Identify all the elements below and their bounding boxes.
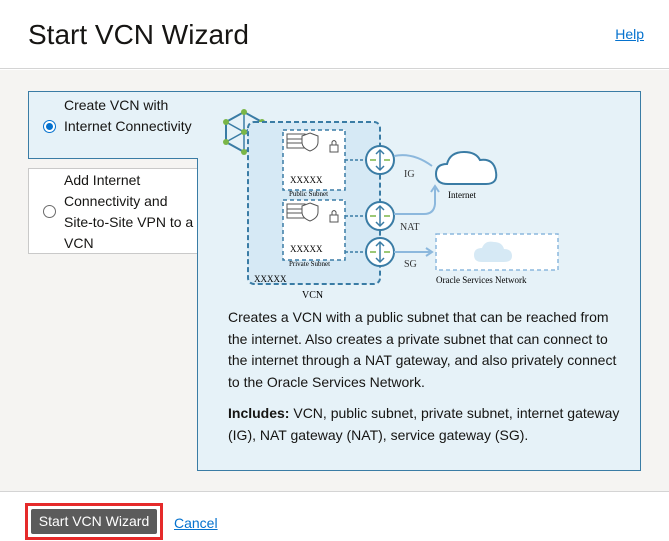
internet-gateway-icon — [365, 145, 395, 175]
private-subnet-placeholder: XXXXX — [290, 244, 323, 254]
vcn-label: VCN — [302, 290, 323, 301]
oracle-services-label: Oracle Services Network — [436, 275, 527, 285]
vcn-placeholder: XXXXX — [254, 274, 287, 284]
service-gateway-icon — [365, 237, 395, 267]
lock-icon — [329, 214, 339, 223]
nat-label: NAT — [400, 222, 419, 233]
cancel-link[interactable]: Cancel — [174, 515, 218, 531]
includes-text: Includes: VCN, public subnet, private su… — [228, 403, 623, 446]
vcn-diagram: XXXXX Public Subnet XXXXX Private Subnet… — [223, 109, 559, 301]
dialog-footer: Start VCN Wizard Cancel — [0, 491, 669, 541]
shield-icon — [301, 132, 319, 152]
help-link[interactable]: Help — [615, 26, 644, 42]
lock-icon — [329, 144, 339, 153]
sg-label: SG — [404, 259, 417, 270]
internet-label: Internet — [448, 190, 476, 200]
internet-cloud-icon — [434, 150, 498, 185]
page-title: Start VCN Wizard — [28, 19, 249, 50]
dialog-header: Start VCN Wizard Help — [0, 0, 669, 69]
radio-create-vcn-internet[interactable] — [43, 120, 56, 133]
option-add-connectivity-vpn[interactable]: Add Internet Connectivity and Site-to-Si… — [28, 168, 198, 254]
option-create-vcn-internet[interactable]: Create VCN with Internet Connectivity — [28, 91, 198, 159]
shield-icon — [301, 202, 319, 222]
public-subnet-placeholder: XXXXX — [290, 175, 323, 185]
option-label: Create VCN with Internet Connectivity — [64, 97, 192, 134]
ig-connector-arrow — [393, 154, 433, 167]
nat-gateway-icon — [365, 201, 395, 231]
start-button-highlight: Start VCN Wizard — [25, 503, 163, 540]
start-vcn-wizard-button[interactable]: Start VCN Wizard — [31, 509, 157, 534]
public-subnet-label: Public Subnet — [289, 190, 328, 198]
radio-add-connectivity-vpn[interactable] — [43, 205, 56, 218]
includes-label: Includes: — [228, 405, 290, 421]
option-label: Add Internet Connectivity and Site-to-Si… — [64, 172, 194, 251]
private-subnet-label: Private Subnet — [289, 260, 330, 268]
option-description: Creates a VCN with a public subnet that … — [228, 309, 617, 390]
ig-label: IG — [404, 169, 415, 180]
option-details-panel: XXXXX Public Subnet XXXXX Private Subnet… — [197, 91, 641, 471]
nat-connector-arrow — [394, 188, 436, 215]
